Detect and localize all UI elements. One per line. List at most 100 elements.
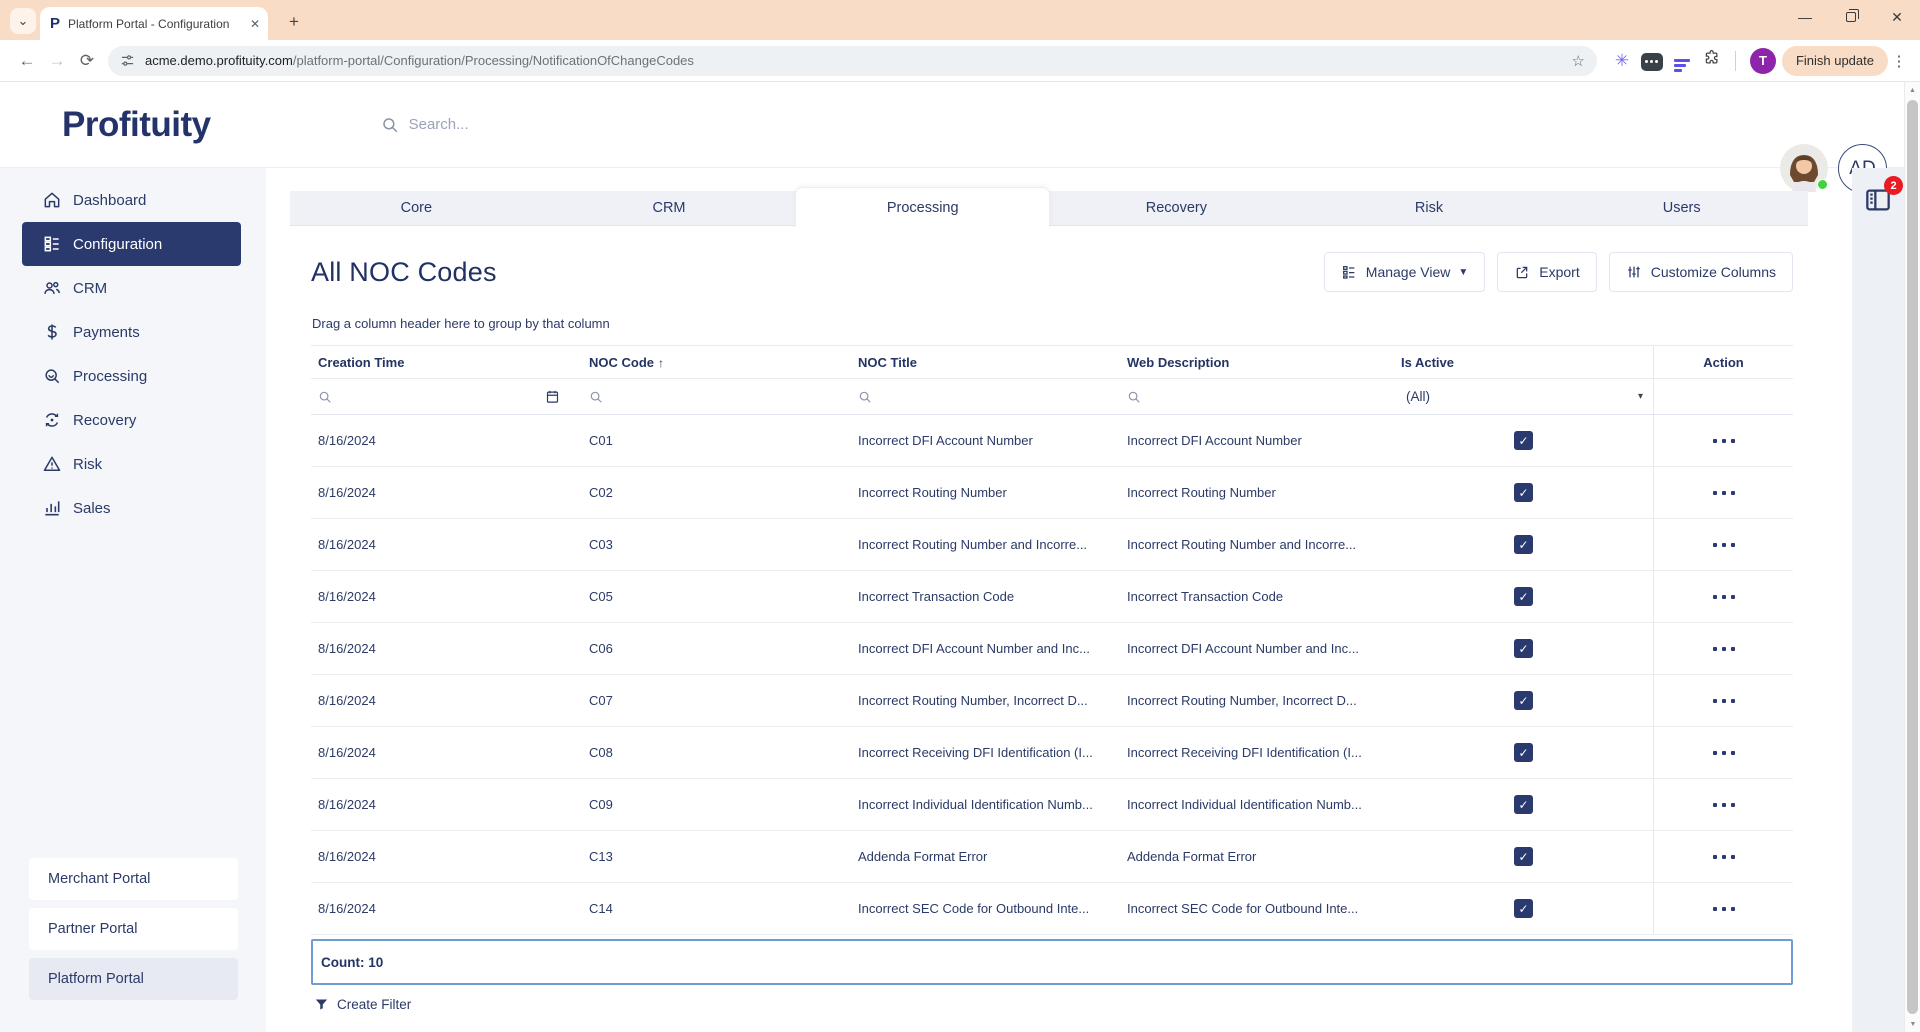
manage-view-button[interactable]: Manage View ▼ [1323, 252, 1486, 292]
forward-button[interactable]: → [42, 51, 72, 71]
cell-creation-time: 8/16/2024 [318, 537, 376, 552]
sidebar-item-processing[interactable]: Processing [22, 354, 241, 398]
row-actions-button[interactable] [1653, 831, 1793, 882]
table-row[interactable]: 8/16/2024 C06 Incorrect DFI Account Numb… [311, 623, 1793, 675]
ellipsis-icon [1712, 906, 1735, 911]
row-actions-button[interactable] [1653, 779, 1793, 830]
sidebar-item-recovery[interactable]: Recovery [22, 398, 241, 442]
sidebar-item-dashboard[interactable]: Dashboard [22, 178, 241, 222]
col-header-is-active[interactable]: Is Active [1394, 355, 1653, 370]
scrollbar-thumb[interactable] [1907, 100, 1918, 1014]
col-header-web-description[interactable]: Web Description [1120, 355, 1394, 370]
global-search[interactable] [381, 116, 729, 134]
is-active-checkbox[interactable]: ✓ [1514, 431, 1533, 450]
browser-profile-avatar[interactable]: T [1749, 47, 1776, 74]
minimize-button[interactable]: — [1782, 0, 1828, 34]
restore-button[interactable] [1828, 0, 1874, 34]
export-icon [1516, 266, 1528, 279]
row-actions-button[interactable] [1653, 623, 1793, 674]
calendar-icon[interactable] [545, 389, 560, 404]
is-active-checkbox[interactable]: ✓ [1514, 691, 1533, 710]
scroll-down-icon[interactable]: ▼ [1905, 1016, 1920, 1032]
scroll-up-icon[interactable]: ▲ [1905, 82, 1920, 98]
close-button[interactable]: ✕ [1874, 0, 1920, 34]
page-scrollbar[interactable]: ▲ ▼ [1904, 82, 1920, 1032]
row-actions-button[interactable] [1653, 727, 1793, 778]
extension-asterisk-icon[interactable]: ✳ [1607, 51, 1637, 71]
browser-menu-icon[interactable]: ⋮ [1888, 52, 1910, 70]
filter-is-active-select[interactable]: (All) ▾ [1394, 379, 1653, 414]
tab-search-icon[interactable]: ⌄ [10, 8, 36, 34]
merchant-portal-button[interactable]: Merchant Portal [29, 858, 238, 900]
cell-noc-title: Incorrect Routing Number [858, 485, 1007, 500]
col-header-noc-code[interactable]: NOC Code ↑ [582, 355, 851, 370]
tab-recovery[interactable]: Recovery [1050, 191, 1303, 225]
col-header-creation-time[interactable]: Creation Time [311, 355, 582, 370]
user-avatar[interactable] [1780, 144, 1828, 192]
sidebar-item-sales[interactable]: Sales [22, 486, 241, 530]
filter-noc-code[interactable] [582, 379, 851, 414]
customize-columns-button[interactable]: Customize Columns [1608, 252, 1793, 292]
filter-action-empty [1653, 379, 1793, 414]
row-actions-button[interactable] [1653, 519, 1793, 570]
sidebar-item-configuration[interactable]: Configuration [22, 222, 241, 266]
tab-risk[interactable]: Risk [1303, 191, 1556, 225]
new-tab-button[interactable]: + [282, 10, 306, 34]
url-bar[interactable]: acme.demo.profituity.com/platform-portal… [108, 45, 1597, 76]
platform-portal-button[interactable]: Platform Portal [29, 958, 238, 1000]
sort-ascending-icon: ↑ [658, 355, 664, 370]
table-row[interactable]: 8/16/2024 C02 Incorrect Routing Number I… [311, 467, 1793, 519]
back-button[interactable]: ← [12, 51, 42, 71]
export-button[interactable]: Export [1497, 252, 1597, 292]
row-actions-button[interactable] [1653, 415, 1793, 466]
cell-is-active: ✓ [1394, 639, 1653, 658]
is-active-checkbox[interactable]: ✓ [1514, 639, 1533, 658]
filter-creation-time[interactable] [311, 379, 582, 414]
cell-noc-code: C14 [589, 901, 613, 916]
sidebar-item-risk[interactable]: Risk [22, 442, 241, 486]
filter-noc-title[interactable] [851, 379, 1120, 414]
is-active-checkbox[interactable]: ✓ [1514, 483, 1533, 502]
finish-update-button[interactable]: Finish update [1781, 45, 1888, 76]
tab-crm[interactable]: CRM [543, 191, 796, 225]
is-active-checkbox[interactable]: ✓ [1514, 847, 1533, 866]
create-filter-button[interactable]: Create Filter [314, 997, 1793, 1012]
is-active-checkbox[interactable]: ✓ [1514, 535, 1533, 554]
tab-users[interactable]: Users [1555, 191, 1808, 225]
is-active-checkbox[interactable]: ✓ [1514, 743, 1533, 762]
table-row[interactable]: 8/16/2024 C03 Incorrect Routing Number a… [311, 519, 1793, 571]
partner-portal-button[interactable]: Partner Portal [29, 908, 238, 950]
is-active-checkbox[interactable]: ✓ [1514, 899, 1533, 918]
reload-button[interactable]: ⟳ [72, 51, 102, 71]
tab-close-icon[interactable]: ✕ [250, 17, 260, 31]
tab-core[interactable]: Core [290, 191, 543, 225]
sidebar-item-crm[interactable]: CRM [22, 266, 241, 310]
site-settings-icon[interactable] [120, 53, 135, 68]
row-actions-button[interactable] [1653, 467, 1793, 518]
sidebar-item-payments[interactable]: Payments [22, 310, 241, 354]
extension-chat-icon[interactable] [1637, 50, 1667, 71]
recycle-arrows-icon [41, 409, 63, 431]
table-row[interactable]: 8/16/2024 C07 Incorrect Routing Number, … [311, 675, 1793, 727]
is-active-checkbox[interactable]: ✓ [1514, 795, 1533, 814]
filter-web-description[interactable] [1120, 379, 1394, 414]
toolbar-divider [1734, 50, 1736, 71]
browser-tab[interactable]: P Platform Portal - Configuration ✕ [40, 7, 268, 40]
row-actions-button[interactable] [1653, 675, 1793, 726]
side-panel-toggle-button[interactable]: 2 [1862, 176, 1903, 221]
table-row[interactable]: 8/16/2024 C05 Incorrect Transaction Code… [311, 571, 1793, 623]
table-row[interactable]: 8/16/2024 C13 Addenda Format Error Adden… [311, 831, 1793, 883]
row-actions-button[interactable] [1653, 571, 1793, 622]
search-input[interactable] [408, 116, 729, 133]
table-row[interactable]: 8/16/2024 C09 Incorrect Individual Ident… [311, 779, 1793, 831]
bookmark-star-icon[interactable]: ☆ [1571, 52, 1584, 70]
table-row[interactable]: 8/16/2024 C01 Incorrect DFI Account Numb… [311, 415, 1793, 467]
extensions-puzzle-icon[interactable] [1697, 49, 1727, 72]
tab-processing[interactable]: Processing [795, 187, 1051, 227]
col-header-noc-title[interactable]: NOC Title [851, 355, 1120, 370]
row-actions-button[interactable] [1653, 883, 1793, 934]
extension-bars-icon[interactable] [1667, 49, 1697, 72]
is-active-checkbox[interactable]: ✓ [1514, 587, 1533, 606]
table-row[interactable]: 8/16/2024 C08 Incorrect Receiving DFI Id… [311, 727, 1793, 779]
table-row[interactable]: 8/16/2024 C14 Incorrect SEC Code for Out… [311, 883, 1793, 935]
